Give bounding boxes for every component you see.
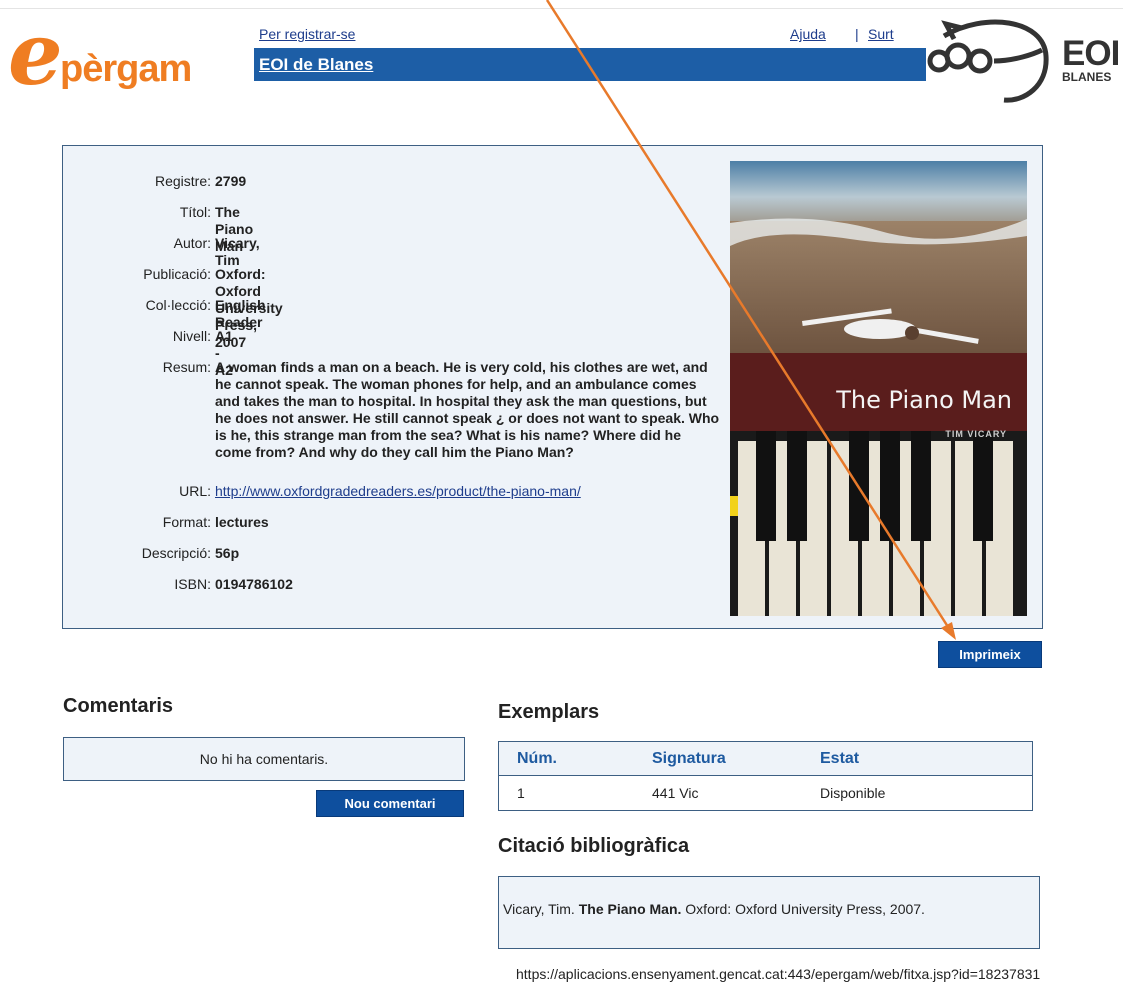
field-label: Col·lecció:	[145, 297, 211, 313]
top-divider	[0, 8, 1123, 9]
field-value: lectures	[215, 514, 269, 530]
cell-callnumber: 441 Vic	[652, 785, 699, 801]
comments-heading: Comentaris	[63, 695, 174, 717]
eoi-logo-big: EOI	[1062, 34, 1120, 73]
citation-author: Vicary, Tim.	[503, 901, 575, 917]
copies-table: Núm. Signatura Estat 1 441 Vic Disponibl…	[498, 741, 1033, 811]
field-value: English Reader	[215, 297, 266, 330]
table-row: 1 441 Vic Disponible	[499, 776, 1033, 811]
citation-heading: Citació bibliogràfica	[498, 835, 690, 857]
page-url-text: https://aplicacions.ensenyament.gencat.c…	[516, 966, 1041, 982]
comments-box: No hi ha comentaris.	[63, 737, 465, 781]
library-bar: EOI de Blanes	[254, 48, 926, 81]
field-label: ISBN:	[174, 576, 211, 592]
register-link[interactable]: Per registrar-se	[259, 26, 355, 42]
logo-text: pèrgam	[60, 48, 192, 90]
table-header-row: Núm. Signatura Estat	[498, 741, 1033, 776]
field-label: Títol:	[179, 204, 211, 220]
field-label: Registre:	[154, 173, 211, 189]
help-link[interactable]: Ajuda	[790, 26, 826, 42]
citation-box: Vicary, Tim. The Piano Man. Oxford: Oxfo…	[498, 876, 1040, 949]
cover-author: TIM VICARY	[945, 429, 1007, 439]
field-value: 0194786102	[215, 576, 293, 592]
product-url-link[interactable]: http://www.oxfordgradedreaders.es/produc…	[215, 483, 581, 500]
field-label: Format:	[162, 514, 211, 530]
book-cover-image: The Piano Man TIM VICARY	[730, 161, 1027, 616]
field-label: Autor:	[173, 235, 211, 251]
column-number: Núm.	[498, 741, 652, 776]
field-label: Nivell:	[172, 328, 211, 344]
new-comment-button[interactable]: Nou comentari	[316, 790, 464, 817]
citation-publication: Oxford: Oxford University Press, 2007.	[685, 901, 925, 917]
field-label: URL:	[179, 483, 211, 499]
field-label: Resum:	[162, 359, 211, 375]
eoi-logo-small: BLANES	[1062, 70, 1112, 84]
cell-number: 1	[517, 785, 525, 801]
column-callnumber: Signatura	[652, 741, 820, 776]
field-value: 2799	[215, 173, 247, 189]
citation-title: The Piano Man.	[578, 901, 682, 917]
epergam-logo[interactable]: e pèrgam	[8, 12, 248, 98]
field-label: Publicació:	[143, 266, 211, 282]
cell-status: Disponible	[820, 785, 886, 801]
record-panel: Registre: 2799 Títol: The Piano Man Auto…	[62, 145, 1043, 629]
exit-link[interactable]: Surt	[868, 26, 894, 42]
field-value: 56p	[215, 545, 240, 561]
school-link[interactable]: EOI de Blanes	[259, 55, 373, 75]
cover-title: The Piano Man	[836, 386, 1012, 414]
print-button[interactable]: Imprimeix	[938, 641, 1042, 668]
no-comments-text: No hi ha comentaris.	[199, 751, 329, 767]
field-label: Descripció:	[141, 545, 211, 561]
column-status: Estat	[820, 741, 1033, 776]
summary-text: A woman finds a man on a beach. He is ve…	[215, 359, 720, 460]
header-separator: |	[855, 26, 859, 42]
logo-initial: e	[8, 4, 63, 105]
field-value: Vicary, Tim	[215, 235, 260, 268]
copies-heading: Exemplars	[498, 701, 600, 723]
